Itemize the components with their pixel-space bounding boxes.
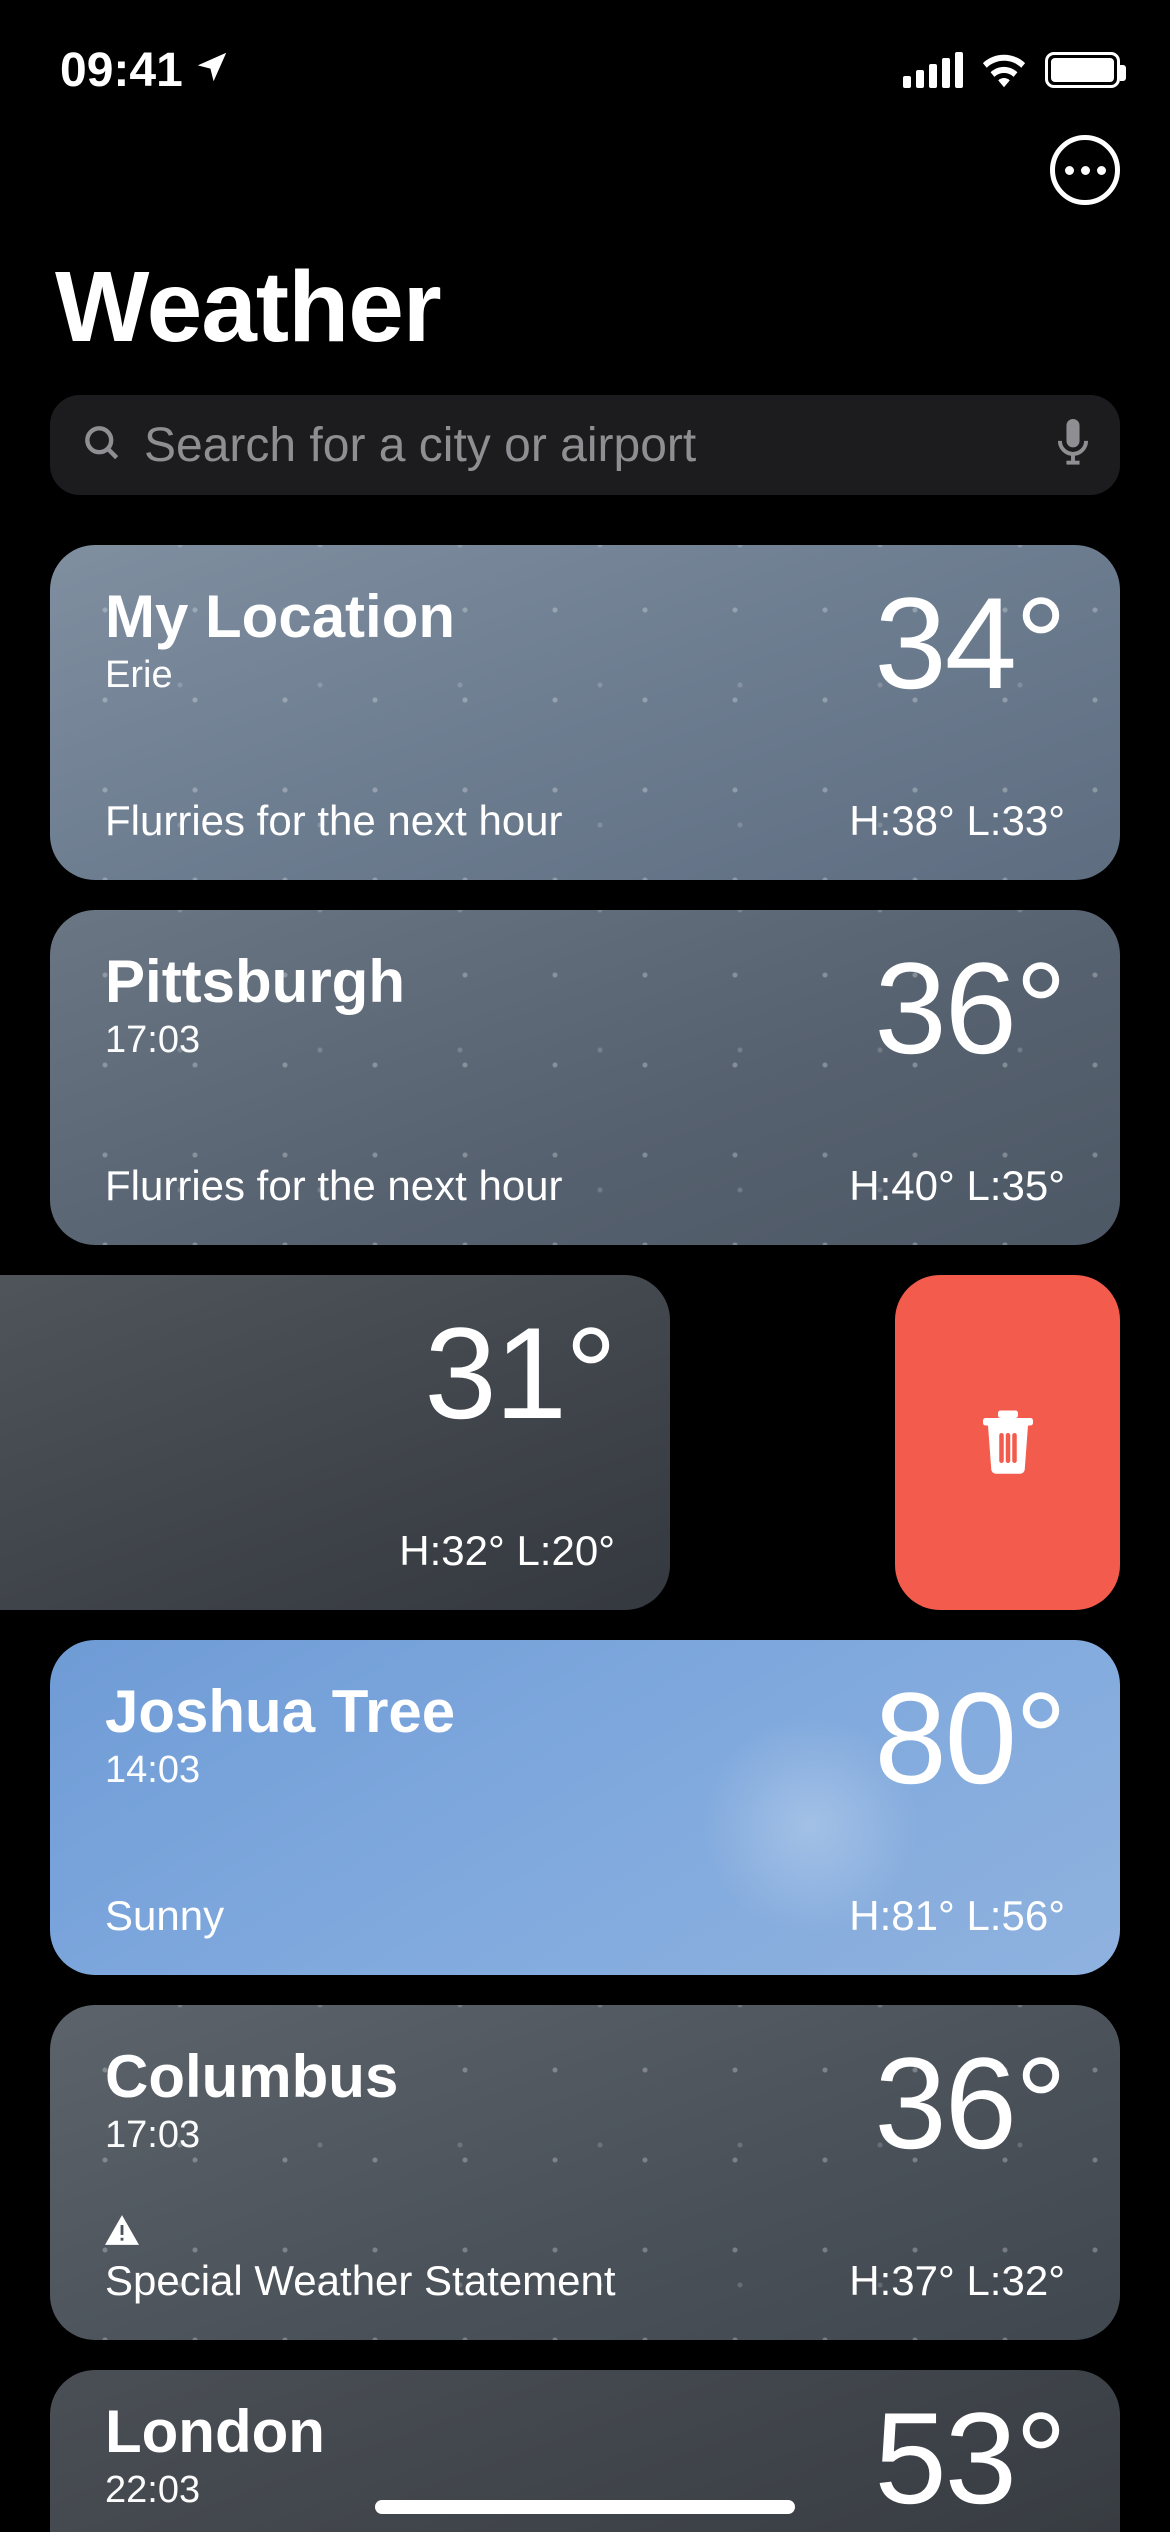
location-card[interactable]: My Location Erie 34° Flurries for the ne… bbox=[50, 545, 1120, 880]
location-temp: 80° bbox=[874, 1680, 1065, 1797]
location-name: London bbox=[105, 2400, 325, 2463]
location-card[interactable]: Pittsburgh 17:03 36° Flurries for the ne… bbox=[50, 910, 1120, 1245]
status-right bbox=[903, 52, 1120, 88]
status-bar: 09:41 bbox=[0, 0, 1170, 110]
location-name: Joshua Tree bbox=[105, 1680, 455, 1743]
location-card[interactable]: Columbus 17:03 36° Special Weather State… bbox=[50, 2005, 1120, 2340]
wifi-icon bbox=[981, 52, 1027, 88]
location-arrow-icon bbox=[193, 43, 231, 98]
location-subline: 17:03 bbox=[105, 1019, 405, 1062]
location-subline: 22:03 bbox=[105, 2469, 325, 2512]
location-name: Pittsburgh bbox=[105, 950, 405, 1013]
location-subline: 17:03 bbox=[105, 2114, 398, 2157]
trash-icon bbox=[978, 1408, 1038, 1478]
location-card[interactable]: Joshua Tree 14:03 80° Sunny H:81° L:56° bbox=[50, 1640, 1120, 1975]
warning-icon bbox=[105, 2215, 616, 2253]
location-hilo: H:38° L:33° bbox=[849, 797, 1065, 845]
nav-row bbox=[0, 110, 1170, 230]
delete-button[interactable] bbox=[895, 1275, 1120, 1610]
search-field[interactable] bbox=[50, 395, 1120, 495]
location-hilo: H:81° L:56° bbox=[849, 1892, 1065, 1940]
location-temp: 36° bbox=[874, 950, 1065, 1067]
location-subline: Erie bbox=[105, 654, 455, 697]
microphone-icon[interactable] bbox=[1056, 419, 1090, 472]
location-name: My Location bbox=[105, 585, 455, 648]
location-subline: 14:03 bbox=[105, 1749, 455, 1792]
location-hilo: H:40° L:35° bbox=[849, 1162, 1065, 1210]
location-temp: 31° bbox=[424, 1315, 615, 1432]
location-card[interactable]: th 31° H:32° L:20° bbox=[0, 1275, 670, 1610]
location-hilo: H:37° L:32° bbox=[849, 2257, 1065, 2305]
location-condition: Sunny bbox=[105, 1892, 224, 1940]
search-input[interactable] bbox=[144, 418, 1036, 473]
cellular-signal-icon bbox=[903, 52, 963, 88]
location-temp: 53° bbox=[874, 2400, 1065, 2517]
battery-icon bbox=[1045, 52, 1120, 88]
location-condition: Special Weather Statement bbox=[105, 2257, 616, 2305]
location-card-swiped[interactable]: th 31° H:32° L:20° bbox=[0, 1275, 1170, 1610]
location-temp: 36° bbox=[874, 2045, 1065, 2162]
status-left: 09:41 bbox=[60, 43, 231, 98]
page-title: Weather bbox=[0, 230, 1170, 395]
location-temp: 34° bbox=[874, 585, 1065, 702]
locations-list[interactable]: My Location Erie 34° Flurries for the ne… bbox=[0, 525, 1170, 2532]
more-options-button[interactable] bbox=[1050, 135, 1120, 205]
location-hilo: H:32° L:20° bbox=[399, 1527, 615, 1575]
search-icon bbox=[80, 421, 124, 470]
status-time: 09:41 bbox=[60, 43, 183, 98]
location-name: Columbus bbox=[105, 2045, 398, 2108]
search-container bbox=[0, 395, 1170, 525]
home-indicator[interactable] bbox=[375, 2500, 795, 2514]
location-condition: Flurries for the next hour bbox=[105, 797, 563, 845]
location-condition: Flurries for the next hour bbox=[105, 1162, 563, 1210]
